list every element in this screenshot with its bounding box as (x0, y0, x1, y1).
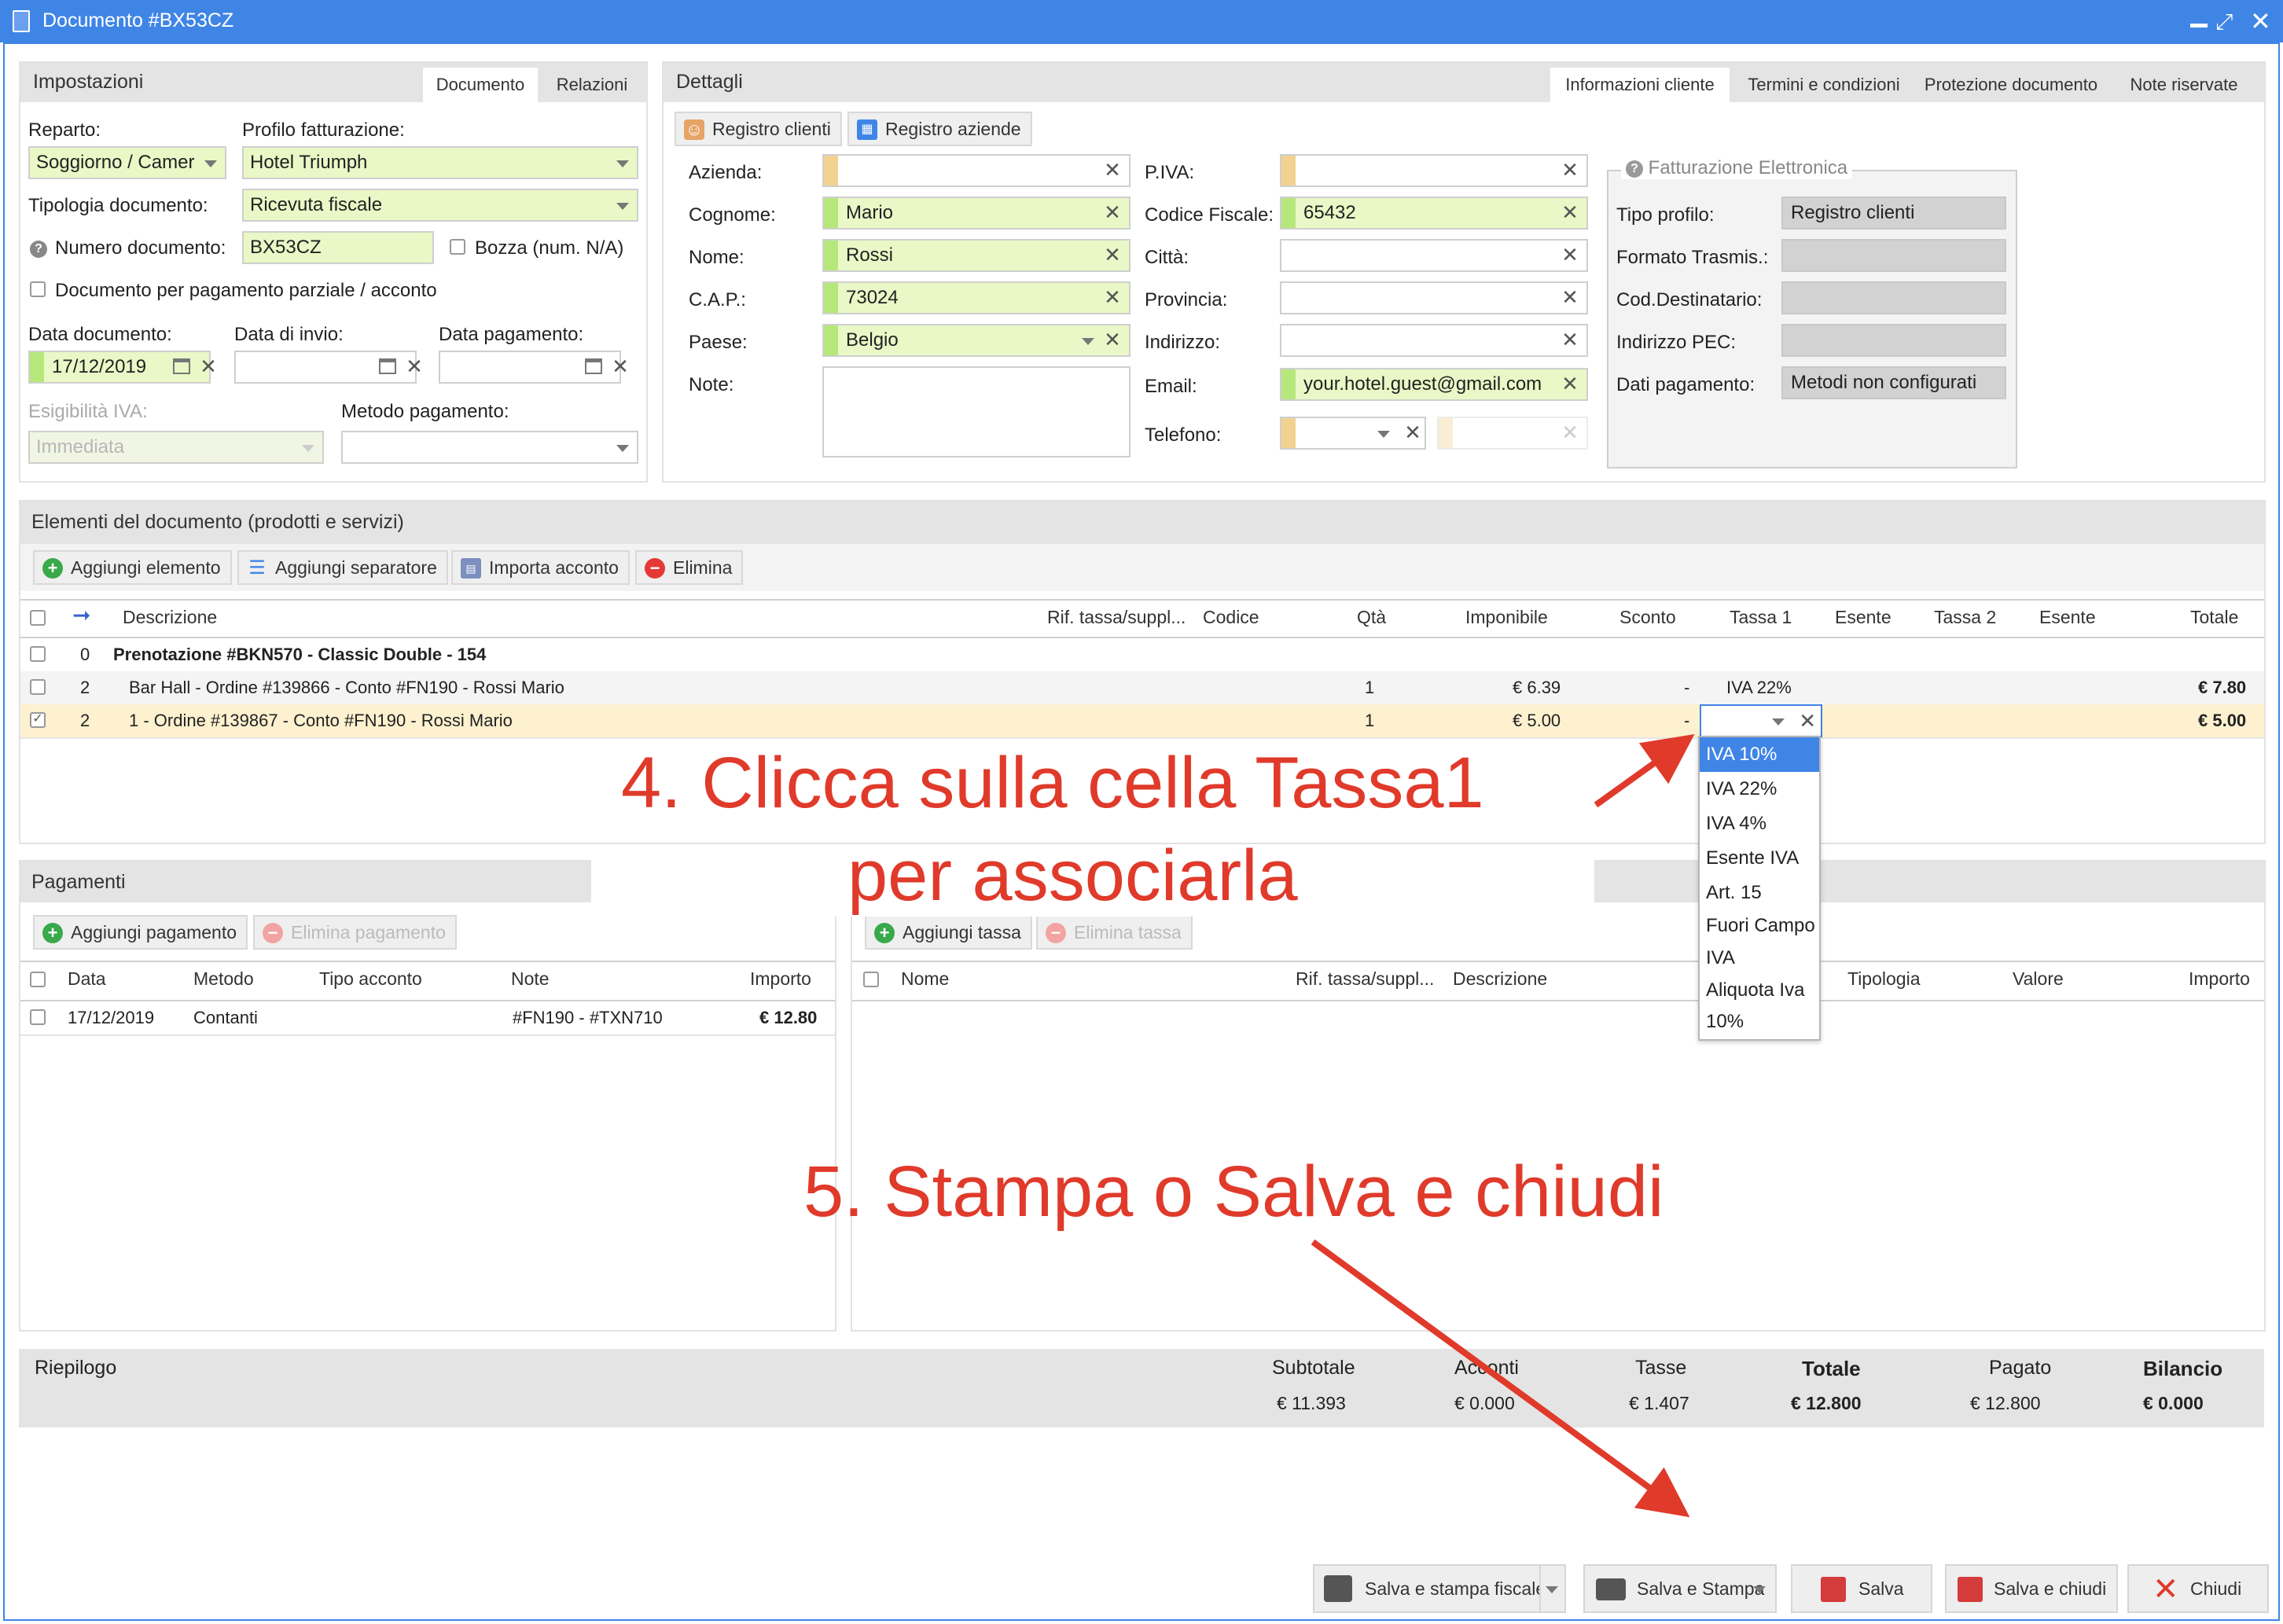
salva-stampa-button[interactable]: Salva e Stampa (1583, 1564, 1777, 1613)
dropdown-option[interactable]: Esente IVA (1700, 841, 1819, 876)
chevron-down-icon (1546, 1586, 1558, 1593)
dropdown-option[interactable]: Aliquota Iva (1700, 975, 1819, 1006)
annotation-arrow-step5 (1311, 1239, 1690, 1518)
salva-stampa-fiscale-menu[interactable] (1539, 1564, 1566, 1613)
salva-chiudi-button[interactable]: Salva e chiudi (1945, 1564, 2118, 1613)
dropdown-option[interactable]: 10% (1700, 1006, 1819, 1038)
dropdown-option[interactable]: IVA 22% (1700, 772, 1819, 806)
salva-button[interactable]: Salva (1791, 1564, 1932, 1613)
chevron-down-icon (1753, 1586, 1766, 1593)
dropdown-option[interactable]: IVA (1700, 942, 1819, 975)
annotation-arrows (1311, 734, 1695, 1518)
dropdown-option[interactable]: IVA 10% (1700, 737, 1819, 772)
chiudi-button[interactable]: ✕ Chiudi (2127, 1564, 2269, 1613)
salva-stampa-fiscale-button[interactable]: Salva e stampa fiscale (1313, 1564, 1564, 1613)
tassa1-dropdown: IVA 10% IVA 22% IVA 4% Esente IVA Art. 1… (1698, 736, 1821, 1041)
save-icon (1821, 1577, 1846, 1602)
dropdown-option[interactable]: Art. 15 (1700, 876, 1819, 910)
printer-icon (1596, 1578, 1626, 1600)
close-icon: ✕ (2152, 1572, 2179, 1607)
dropdown-option[interactable]: Fuori Campo (1700, 910, 1819, 942)
dropdown-option[interactable]: IVA 4% (1700, 806, 1819, 841)
cash-register-icon (1324, 1575, 1352, 1602)
save-icon (1958, 1577, 1983, 1602)
annotation-arrow-step4 (1594, 734, 1695, 808)
